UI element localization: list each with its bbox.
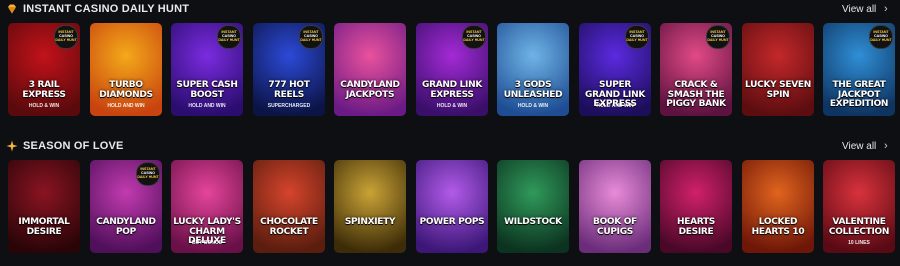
game-tile[interactable]: BOOK OF CUPIGS	[579, 160, 651, 253]
daily-hunt-badge: INSTANT CASINO DAILY HUNT	[706, 25, 730, 49]
game-tile[interactable]: 3 GODS UNLEASHED HOLD & WIN	[497, 23, 569, 116]
game-tile[interactable]: VALENTINE COLLECTION 10 LINES	[823, 160, 895, 253]
game-carousel: IMMORTAL DESIRE INSTANT CASINO DAILY HUNT CA…	[8, 160, 900, 253]
game-artwork	[497, 160, 569, 253]
game-subtitle: HOLD & WIN	[436, 103, 468, 109]
game-artwork	[742, 23, 814, 116]
daily-hunt-badge: INSTANT CASINO DAILY HUNT	[869, 25, 893, 49]
game-subtitle: HOLD & WIN	[517, 103, 549, 109]
game-subtitle: SUPERCHARGED	[267, 103, 311, 109]
game-title: LOCKED HEARTS 10	[751, 217, 805, 237]
section-title: INSTANT CASINO DAILY HUNT	[23, 3, 190, 15]
game-title: 777 HOT REELS	[268, 80, 310, 100]
game-title: SUPER CASH BOOST	[176, 80, 238, 100]
game-title: CANDYLAND POP	[96, 217, 156, 237]
daily-hunt-badge: INSTANT CASINO DAILY HUNT	[625, 25, 649, 49]
game-title: CHOCOLATE ROCKET	[260, 217, 318, 237]
game-title: BOOK OF CUPIGS	[593, 217, 637, 237]
chevron-right-icon[interactable]: ›	[884, 3, 888, 16]
game-subtitle: HOLD AND WIN	[188, 103, 226, 109]
section-title: SEASON OF LOVE	[23, 140, 124, 152]
view-all-link[interactable]: View all	[842, 140, 876, 153]
game-title: TURBO DIAMONDS	[99, 80, 153, 100]
daily-hunt-badge: INSTANT CASINO DAILY HUNT	[217, 25, 241, 49]
game-tile[interactable]: CHOCOLATE ROCKET	[253, 160, 325, 253]
badge-text: DAILY HUNT	[626, 38, 648, 42]
game-tile[interactable]: INSTANT CASINO DAILY HUNT CANDYLAND POP	[90, 160, 162, 253]
game-tile[interactable]: INSTANT CASINO DAILY HUNT 3 RAIL EXPRESS HOL…	[8, 23, 80, 116]
section-header: INSTANT CASINO DAILY HUNT View all ›	[0, 0, 900, 22]
badge-text: DAILY HUNT	[300, 38, 322, 42]
game-artwork	[742, 160, 814, 253]
badge-text: DAILY HUNT	[707, 38, 729, 42]
game-tile[interactable]: INSTANT CASINO DAILY HUNT 777 HOT REELS SUPE…	[253, 23, 325, 116]
badge-text: DAILY HUNT	[137, 175, 159, 179]
game-subtitle: HOLD & WIN	[28, 103, 60, 109]
badge-text: DAILY HUNT	[870, 38, 892, 42]
game-tile[interactable]: IMMORTAL DESIRE	[8, 160, 80, 253]
game-carousel: INSTANT CASINO DAILY HUNT 3 RAIL EXPRESS HOL…	[8, 23, 900, 116]
section-daily-hunt: INSTANT CASINO DAILY HUNT View all › INS…	[0, 0, 900, 116]
game-artwork	[334, 23, 406, 116]
game-title: 3 GODS UNLEASHED	[503, 80, 563, 100]
daily-hunt-badge: INSTANT CASINO DAILY HUNT	[299, 25, 323, 49]
game-artwork	[8, 160, 80, 253]
daily-hunt-badge: INSTANT CASINO DAILY HUNT	[136, 162, 160, 186]
game-tile[interactable]: INSTANT CASINO DAILY HUNT SUPER CASH BOOST H…	[171, 23, 243, 116]
daily-hunt-badge: INSTANT CASINO DAILY HUNT	[462, 25, 486, 49]
game-tile[interactable]: HEARTS DESIRE	[660, 160, 732, 253]
game-title: SPINXIETY	[344, 217, 396, 227]
sparkle-icon	[6, 140, 18, 152]
chevron-right-icon[interactable]: ›	[884, 140, 888, 153]
game-title: POWER POPS	[419, 217, 485, 227]
game-subtitle: BUY BONUS	[192, 240, 222, 246]
badge-text: DAILY HUNT	[55, 38, 77, 42]
game-tile[interactable]: INSTANT CASINO DAILY HUNT GRAND LINK EXPRES…	[416, 23, 488, 116]
game-tile[interactable]: LUCKY LADY'S CHARM DELUXE BUY BONUS	[171, 160, 243, 253]
game-title: LUCKY SEVEN SPIN	[745, 80, 811, 100]
game-title: HEARTS DESIRE	[677, 217, 715, 237]
game-title: 3 RAIL EXPRESS	[22, 80, 66, 100]
game-title: CANDYLAND JACKPOTS	[340, 80, 400, 100]
game-tile[interactable]: WILDSTOCK	[497, 160, 569, 253]
game-artwork	[660, 160, 732, 253]
game-tile[interactable]: INSTANT CASINO DAILY HUNT THE GREAT JACKPOT…	[823, 23, 895, 116]
badge-text: DAILY HUNT	[218, 38, 240, 42]
game-tile[interactable]: INSTANT CASINO DAILY HUNT SUPER GRAND LINK …	[579, 23, 651, 116]
game-artwork	[253, 160, 325, 253]
game-tile[interactable]: LOCKED HEARTS 10	[742, 160, 814, 253]
game-title: GRAND LINK EXPRESS	[421, 80, 482, 100]
daily-hunt-badge: INSTANT CASINO DAILY HUNT	[54, 25, 78, 49]
game-artwork	[334, 160, 406, 253]
game-tile[interactable]: TURBO DIAMONDS HOLD AND WIN	[90, 23, 162, 116]
game-title: VALENTINE COLLECTION	[828, 217, 890, 237]
game-artwork	[416, 160, 488, 253]
game-title: IMMORTAL DESIRE	[18, 217, 70, 237]
game-tile[interactable]: INSTANT CASINO DAILY HUNT CRACK & SMASH THE…	[660, 23, 732, 116]
game-tile[interactable]: POWER POPS	[416, 160, 488, 253]
game-title: WILDSTOCK	[504, 217, 562, 227]
game-tile[interactable]: CANDYLAND JACKPOTS	[334, 23, 406, 116]
game-tile[interactable]: SPINXIETY	[334, 160, 406, 253]
gem-icon	[8, 4, 16, 14]
game-title: THE GREAT JACKPOT EXPEDITION	[829, 80, 889, 109]
game-artwork	[579, 160, 651, 253]
game-subtitle: 10 LINES	[848, 240, 870, 246]
badge-text: DAILY HUNT	[463, 38, 485, 42]
view-all-link[interactable]: View all	[842, 3, 876, 16]
game-title: CRACK & SMASH THE PIGGY BANK	[666, 80, 726, 109]
game-tile[interactable]: LUCKY SEVEN SPIN	[742, 23, 814, 116]
game-subtitle: HOLD AND WIN	[107, 103, 145, 109]
section-season-of-love: SEASON OF LOVE View all › IMMORTAL DESIR…	[0, 137, 900, 253]
section-header: SEASON OF LOVE View all ›	[0, 137, 900, 159]
game-subtitle: HOLD AND WIN	[596, 103, 634, 109]
